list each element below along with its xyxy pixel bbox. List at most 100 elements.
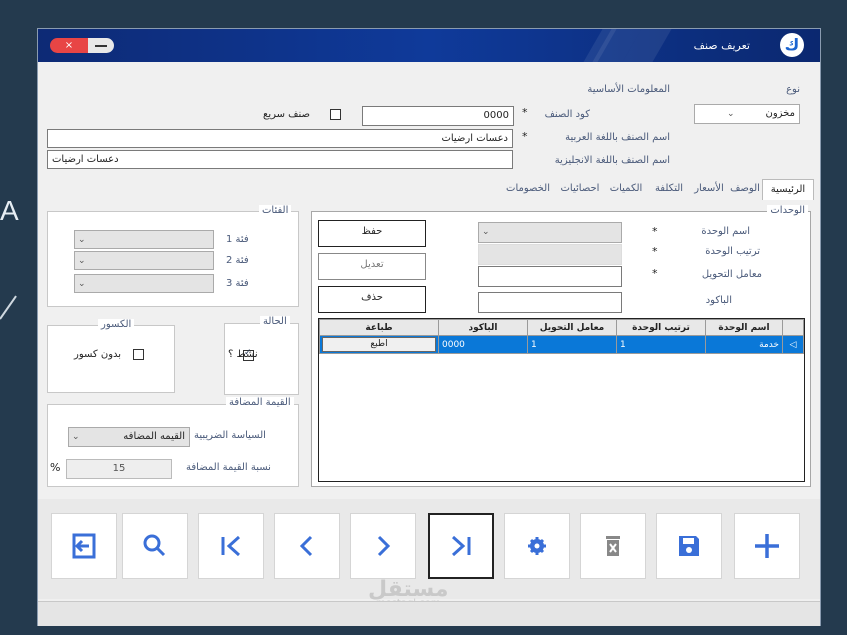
col-conversion: معامل التحويل [527, 319, 617, 336]
save-unit-button[interactable]: حفظ [318, 220, 426, 247]
percent-sign: % [50, 461, 61, 474]
fractions-group-label: الكسور [98, 319, 135, 330]
arabic-name-input[interactable]: دعسات ارضيات [47, 129, 513, 148]
tab-discounts[interactable]: الخصومات [500, 179, 556, 199]
delete-unit-button[interactable]: حذف [318, 286, 426, 313]
quick-item-label: صنف سريع [263, 109, 311, 120]
chevron-down-icon: ⌄ [78, 256, 86, 266]
col-barcode: الباكود [438, 319, 528, 336]
first-record-icon [221, 535, 241, 557]
cat2-select[interactable]: ⌄ [74, 251, 214, 270]
vat-rate-input[interactable]: 15 [66, 459, 172, 479]
last-record-button[interactable] [428, 513, 494, 579]
item-code-label: كود الصنف [544, 109, 590, 120]
edit-unit-button[interactable]: تعديل [318, 253, 426, 280]
conversion-label: معامل التحويل [701, 269, 762, 280]
title-bar[interactable]: × تعريف صنف ﻙ [38, 29, 820, 62]
background-letter: A [0, 195, 19, 226]
previous-record-button[interactable] [274, 513, 340, 579]
add-record-button[interactable] [734, 513, 800, 579]
last-record-icon [451, 535, 471, 557]
tab-description[interactable]: الوصف [728, 179, 762, 199]
chevron-down-icon: ⌄ [78, 279, 86, 289]
chevron-down-icon: ⌄ [78, 235, 86, 245]
cell-barcode: 0000 [438, 335, 528, 354]
type-select-value: مخزون [765, 108, 795, 119]
required-mark-2: * [522, 130, 528, 143]
chevron-down-icon: ⌄ [727, 109, 735, 119]
cell-order: 1 [616, 335, 706, 354]
chevron-down-icon: ⌄ [482, 227, 490, 237]
plus-icon [755, 534, 779, 558]
vat-rate-label: نسبة القيمة المضافة [186, 462, 271, 473]
tab-main[interactable]: الرئيسية [762, 179, 814, 200]
cat1-select[interactable]: ⌄ [74, 230, 214, 249]
active-label: نشط ؟ [228, 349, 258, 360]
status-group-label: الحالة [260, 316, 290, 327]
type-select[interactable]: مخزون ⌄ [694, 104, 800, 124]
no-fractions-checkbox[interactable] [133, 349, 144, 361]
row-header-cell [782, 319, 804, 336]
col-print: طباعة [319, 319, 439, 336]
conversion-input[interactable] [478, 266, 622, 287]
cell-unit: خدمة [705, 335, 783, 354]
cat2-label: فئة 2 [226, 255, 249, 266]
unit-name-label: اسم الوحدة [701, 226, 750, 237]
col-unit-order: ترتيب الوحدة [616, 319, 706, 336]
unit-name-select[interactable]: ⌄ [478, 222, 622, 243]
chevron-left-icon [299, 535, 313, 557]
row-selector-icon: ◁ [782, 335, 804, 354]
print-button[interactable]: اطبع [322, 337, 436, 352]
tab-prices[interactable]: الأسعار [690, 179, 728, 199]
required-mark-factor: * [652, 267, 658, 280]
arabic-name-label: اسم الصنف باللغة العربية [565, 132, 670, 143]
cat3-label: فئة 3 [226, 278, 249, 289]
col-unit-name: اسم الوحدة [705, 319, 783, 336]
vat-group-label: القيمة المضافة [226, 397, 294, 408]
chevron-down-icon: ⌄ [72, 432, 80, 442]
barcode-label: الباكود [705, 295, 732, 306]
required-mark-unit: * [652, 225, 658, 238]
tax-policy-label: السياسة الضريبية [194, 430, 266, 441]
tab-quantities[interactable]: الكميات [604, 179, 648, 199]
search-button[interactable] [122, 513, 188, 579]
tax-policy-select[interactable]: القيمه المضافه ⌄ [68, 427, 190, 447]
units-group-label: الوحدات [767, 205, 808, 216]
cat1-label: فئة 1 [226, 234, 249, 245]
search-icon [143, 534, 166, 557]
cat3-select[interactable]: ⌄ [74, 274, 214, 293]
item-definition-window: × تعريف صنف ﻙ نوع المعلومات الأساسية مخز… [37, 28, 821, 626]
unit-order-label: ترتيب الوحدة [705, 246, 760, 257]
table-row[interactable]: ◁ خدمة 1 1 0000 اطبع [319, 335, 804, 354]
close-button[interactable]: × [50, 38, 88, 53]
categories-group-label: الفئات [259, 205, 292, 216]
minimize-button[interactable] [88, 38, 114, 53]
chevron-right-icon [377, 535, 391, 557]
type-label: نوع [786, 84, 800, 95]
item-code-input[interactable]: 0000 [362, 106, 514, 126]
save-record-button[interactable] [656, 513, 722, 579]
floppy-disk-icon [679, 536, 699, 556]
basic-info-label: المعلومات الأساسية [587, 84, 670, 95]
no-fractions-label: بدون كسور [74, 349, 122, 360]
delete-record-button[interactable] [580, 513, 646, 579]
english-name-input[interactable]: دعسات ارضيات [47, 150, 513, 169]
app-logo-icon: ﻙ [780, 33, 804, 57]
quick-item-checkbox[interactable] [330, 109, 341, 121]
next-record-button[interactable] [350, 513, 416, 579]
unit-order-field [478, 244, 622, 265]
required-mark-order: * [652, 245, 658, 258]
english-name-label: اسم الصنف باللغة الانجليزية [554, 155, 670, 166]
units-table: اسم الوحدة ترتيب الوحدة معامل التحويل ال… [318, 318, 805, 482]
exit-button[interactable] [51, 513, 117, 579]
barcode-input[interactable] [478, 292, 622, 313]
tab-statistics[interactable]: احصائيات [556, 179, 604, 199]
settings-button[interactable] [504, 513, 570, 579]
trash-icon [606, 536, 620, 556]
window-title: تعريف صنف [693, 39, 750, 52]
required-mark: * [522, 106, 528, 119]
first-record-button[interactable] [198, 513, 264, 579]
exit-icon [72, 533, 96, 559]
tab-cost[interactable]: التكلفة [648, 179, 690, 199]
gear-icon [528, 537, 546, 555]
